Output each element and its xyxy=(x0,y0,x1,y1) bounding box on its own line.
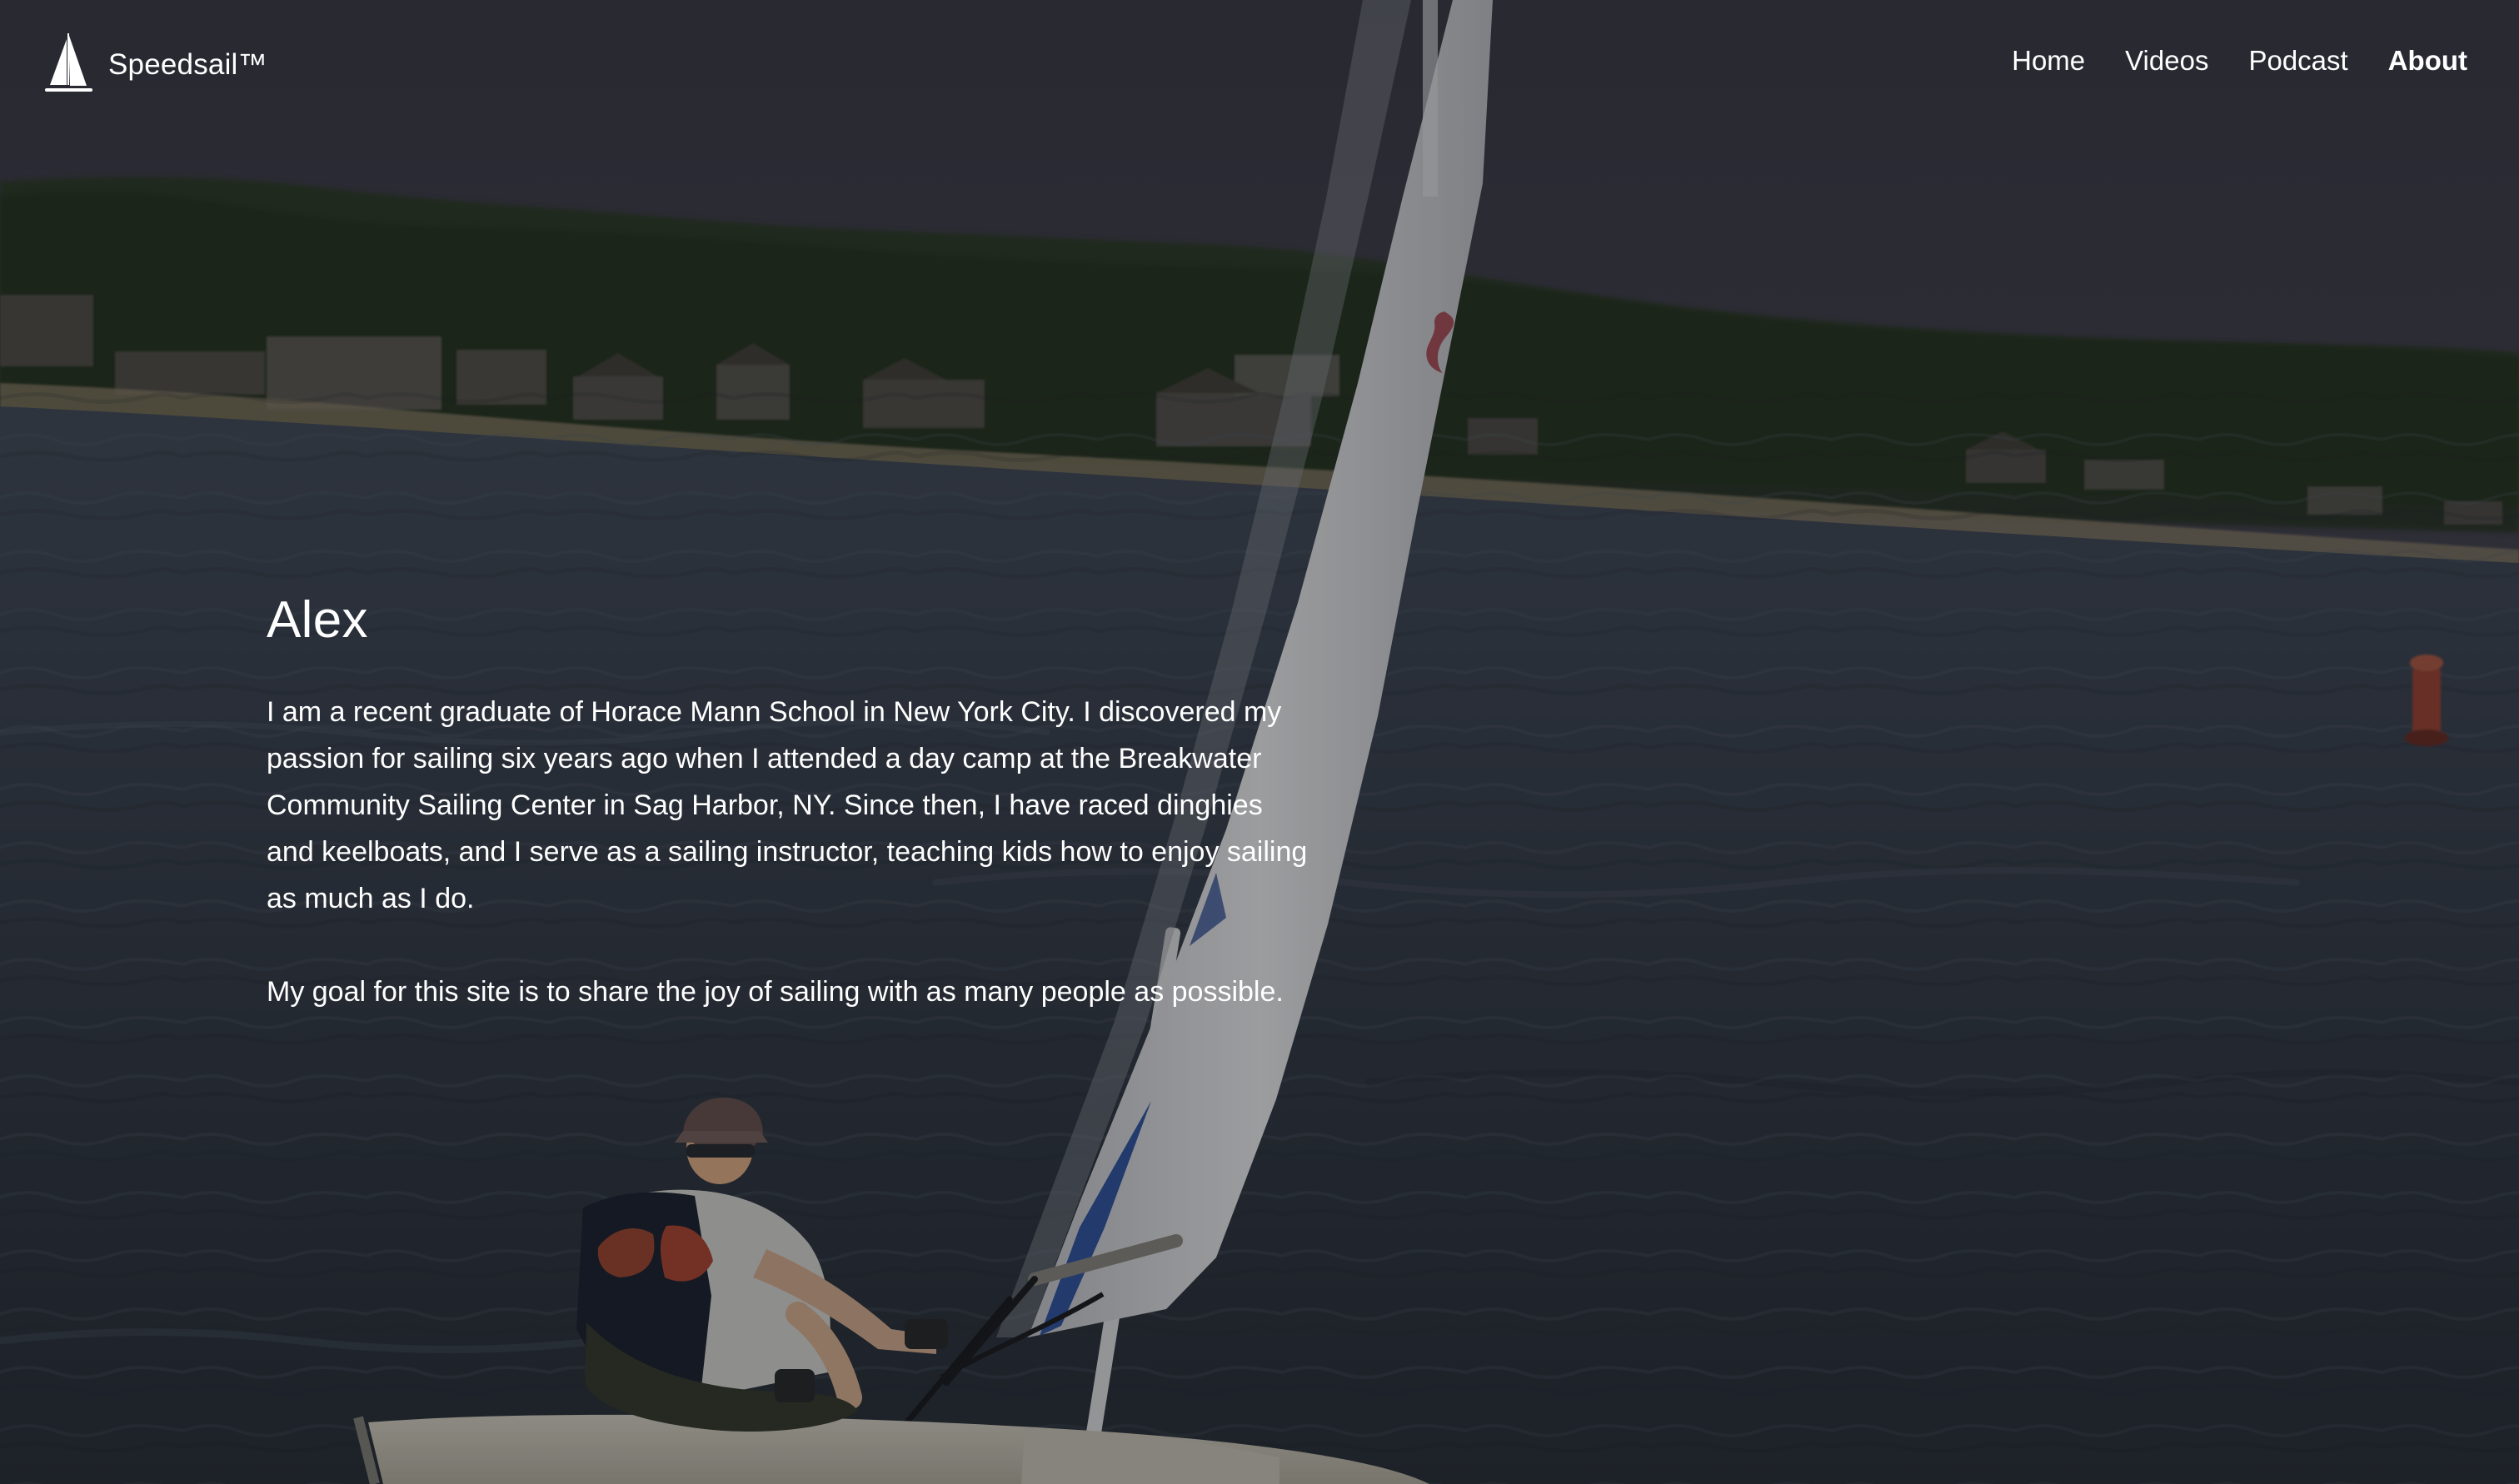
about-page: Speedsail™ Home Videos Podcast About Ale… xyxy=(0,0,2519,1484)
brand-home-link[interactable]: Speedsail™ xyxy=(43,32,267,97)
about-content: Alex I am a recent graduate of Horace Ma… xyxy=(267,591,1366,1062)
brand-name: Speedsail™ xyxy=(108,47,267,81)
nav-videos[interactable]: Videos xyxy=(2125,47,2208,74)
nav-about[interactable]: About xyxy=(2388,47,2467,74)
about-paragraph-2: My goal for this site is to share the jo… xyxy=(267,975,1284,1008)
nav-podcast[interactable]: Podcast xyxy=(2248,47,2347,74)
nav-home[interactable]: Home xyxy=(2012,47,2085,74)
site-header: Speedsail™ Home Videos Podcast About xyxy=(0,0,2519,133)
about-paragraph-1: I am a recent graduate of Horace Mann Sc… xyxy=(267,695,1308,914)
main-navigation: Home Videos Podcast About xyxy=(2012,47,2467,74)
sailboat-icon xyxy=(45,33,92,92)
page-title: Alex xyxy=(267,591,368,649)
